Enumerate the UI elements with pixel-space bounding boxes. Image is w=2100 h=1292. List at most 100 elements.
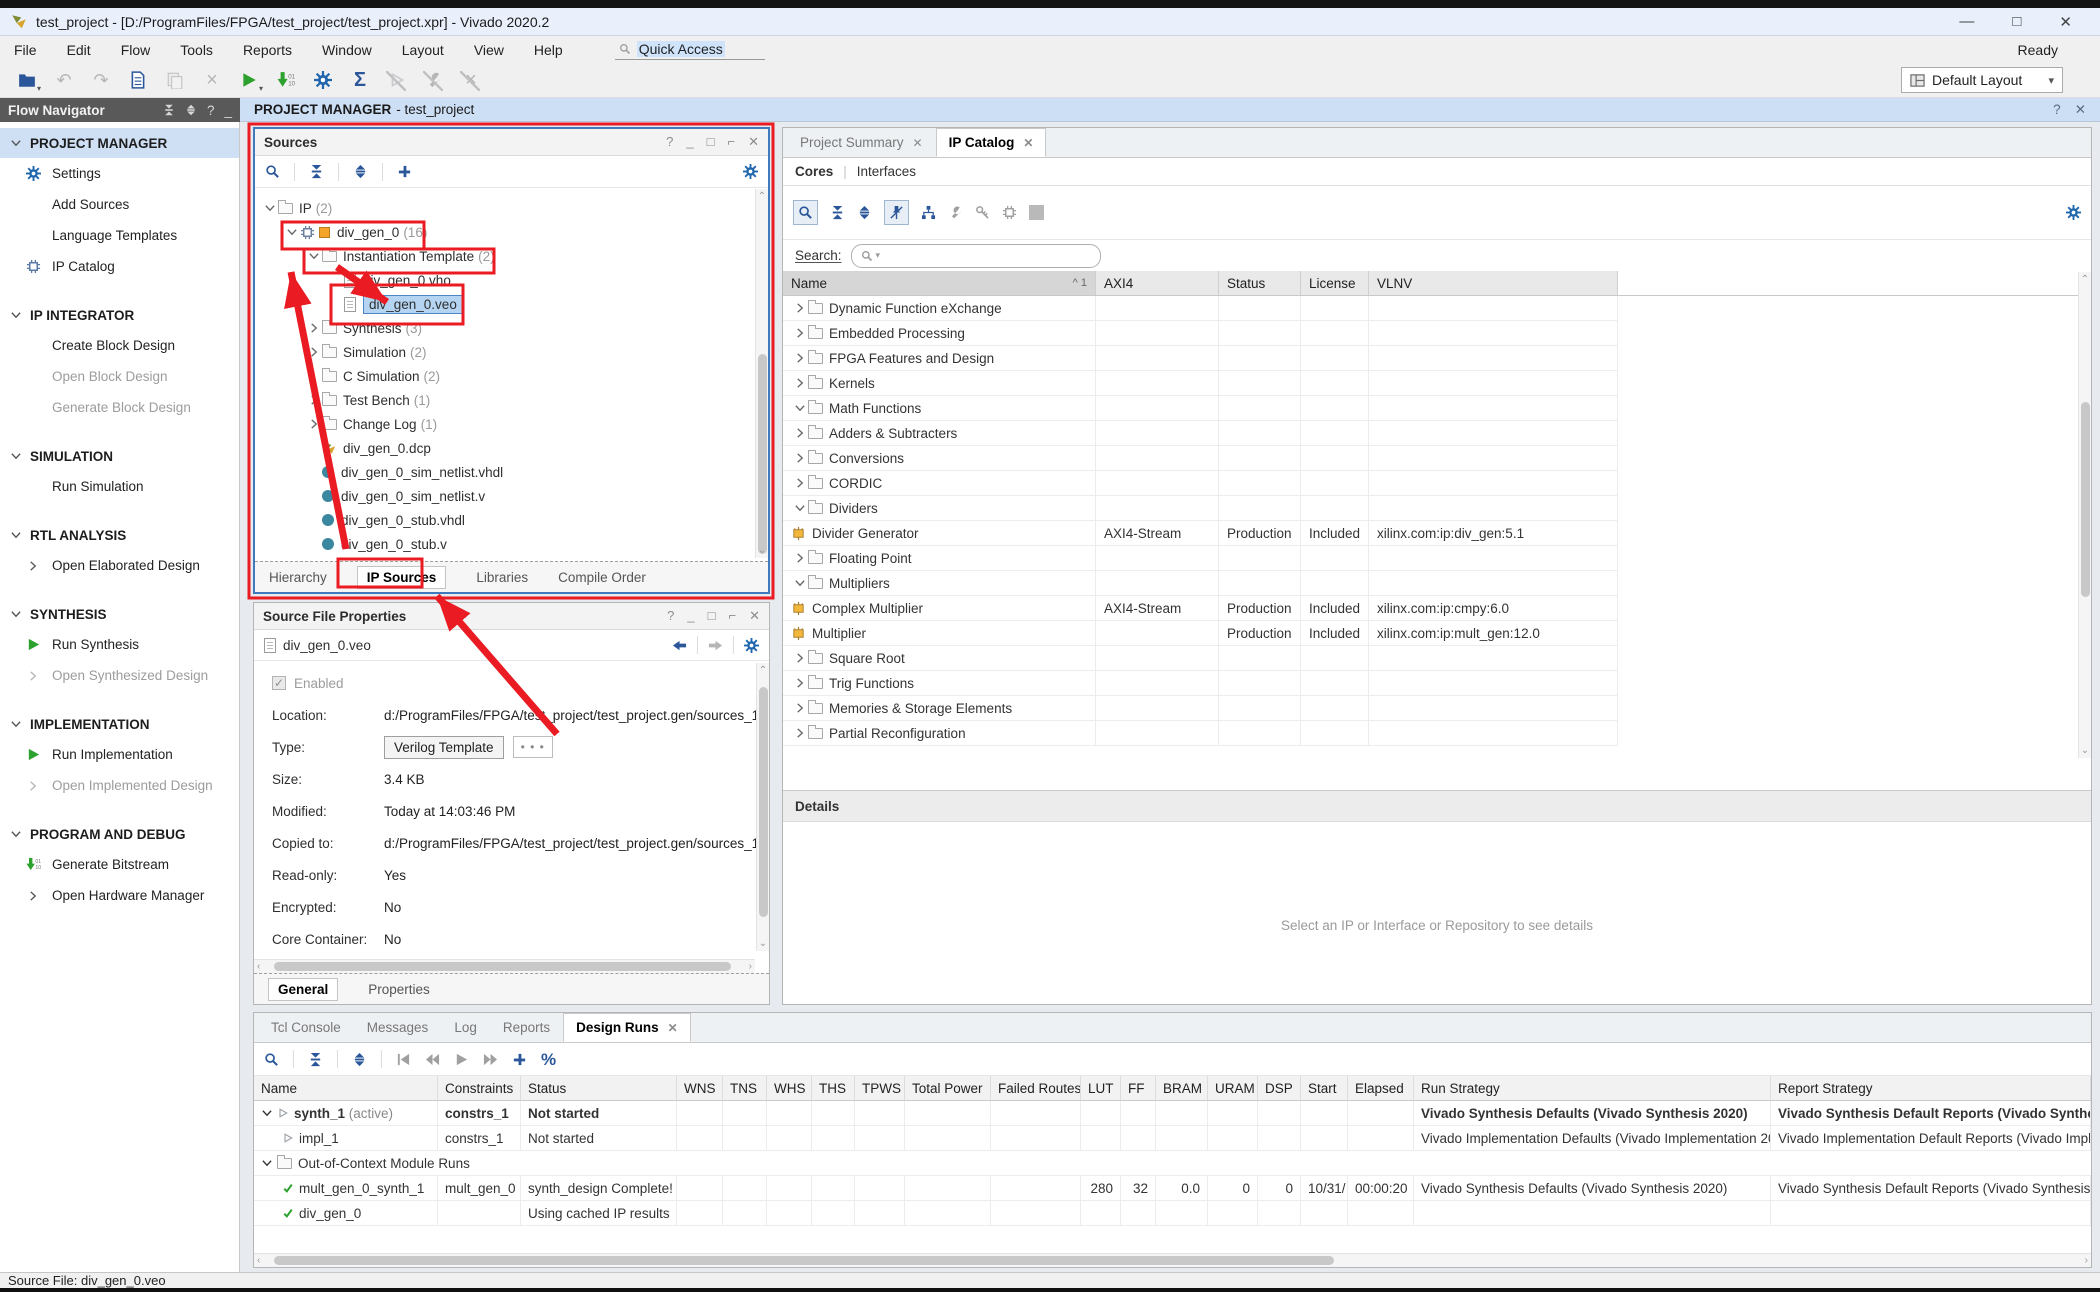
chevron-right-icon[interactable] xyxy=(308,394,320,406)
column-elapsed[interactable]: Elapsed xyxy=(1348,1076,1414,1101)
details-header[interactable]: Details xyxy=(783,790,2091,822)
menu-flow[interactable]: Flow xyxy=(121,42,151,58)
fn-section-project-manager[interactable]: PROJECT MANAGER xyxy=(0,128,239,158)
chevron-down-icon[interactable] xyxy=(286,226,298,238)
chevron-right-icon[interactable] xyxy=(308,418,320,430)
fn-section-synthesis[interactable]: SYNTHESIS xyxy=(0,599,239,629)
chevron-down-icon[interactable] xyxy=(261,1157,273,1169)
tree-item-div-gen-0-veo[interactable]: div_gen_0.veo xyxy=(261,292,768,316)
tree-item-sim-netlist-vhdl[interactable]: div_gen_0_sim_netlist.vhdl xyxy=(261,460,768,484)
minimize-panel-icon[interactable]: _ xyxy=(686,134,693,150)
chevron-right-icon[interactable] xyxy=(794,377,806,389)
fn-item-generate-bitstream[interactable]: Generate Bitstream xyxy=(0,849,239,880)
tree-item-synthesis[interactable]: Synthesis(3) xyxy=(261,316,768,340)
catalog-row-adders[interactable]: Adders & Subtracters xyxy=(783,421,2091,446)
catalog-row-cordic[interactable]: CORDIC xyxy=(783,471,2091,496)
catalog-row-embedded[interactable]: Embedded Processing xyxy=(783,321,2091,346)
close-panel-icon[interactable]: ✕ xyxy=(748,134,759,150)
catalog-row-memories[interactable]: Memories & Storage Elements xyxy=(783,696,2091,721)
tab-reports[interactable]: Reports xyxy=(490,1013,563,1042)
menu-reports[interactable]: Reports xyxy=(243,42,292,58)
tab-ip-catalog[interactable]: IP Catalog✕ xyxy=(936,128,1047,157)
tree-item-ip[interactable]: IP(2) xyxy=(261,196,768,220)
chevron-down-icon[interactable] xyxy=(308,250,320,262)
column-whs[interactable]: WHS xyxy=(767,1076,812,1101)
chevron-right-icon[interactable] xyxy=(794,677,806,689)
column-ths[interactable]: THS xyxy=(812,1076,855,1101)
catalog-row-conversions[interactable]: Conversions xyxy=(783,446,2091,471)
column-constraints[interactable]: Constraints xyxy=(438,1076,521,1101)
column-uram[interactable]: URAM xyxy=(1208,1076,1258,1101)
cancel-disabled-button[interactable]: × xyxy=(456,67,486,93)
menu-help[interactable]: Help xyxy=(534,42,563,58)
tab-compile-order[interactable]: Compile Order xyxy=(558,570,646,585)
minimize-panel-icon[interactable]: _ xyxy=(224,103,232,118)
help-icon[interactable]: ? xyxy=(666,134,673,150)
gear-icon[interactable] xyxy=(744,638,759,653)
design-runs-horizontal-scrollbar[interactable]: ‹› xyxy=(254,1253,2091,1267)
fn-section-rtl-analysis[interactable]: RTL ANALYSIS xyxy=(0,520,239,550)
edit-disabled-button[interactable] xyxy=(419,67,449,93)
run-icon[interactable] xyxy=(454,1052,469,1067)
undo-button[interactable]: ↶ xyxy=(49,67,79,93)
catalog-row-floating-point[interactable]: Floating Point xyxy=(783,546,2091,571)
chevron-down-icon[interactable] xyxy=(794,402,806,414)
tab-properties[interactable]: Properties xyxy=(368,982,430,997)
column-ff[interactable]: FF xyxy=(1121,1076,1156,1101)
search-toggle-button[interactable] xyxy=(793,200,818,225)
gear-icon[interactable] xyxy=(2066,205,2081,220)
delete-button[interactable]: × xyxy=(197,67,227,93)
fn-item-settings[interactable]: Settings xyxy=(0,158,239,189)
forward-arrow-icon[interactable] xyxy=(708,638,723,653)
catalog-vertical-scrollbar[interactable]: ⌃⌄ xyxy=(2078,272,2091,758)
skip-to-start-icon[interactable] xyxy=(396,1052,411,1067)
tab-messages[interactable]: Messages xyxy=(354,1013,442,1042)
tab-project-summary[interactable]: Project Summary✕ xyxy=(787,128,936,157)
chevron-right-icon[interactable] xyxy=(794,352,806,364)
close-panel-icon[interactable]: ✕ xyxy=(749,608,760,624)
fn-item-run-simulation[interactable]: Run Simulation xyxy=(0,471,239,502)
catalog-row-dfx[interactable]: Dynamic Function eXchange xyxy=(783,296,2091,321)
maximize-panel-icon[interactable]: □ xyxy=(707,134,715,150)
catalog-row-fpga-features[interactable]: FPGA Features and Design xyxy=(783,346,2091,371)
expand-all-icon[interactable] xyxy=(352,1052,367,1067)
column-wns[interactable]: WNS xyxy=(677,1076,723,1101)
menu-window[interactable]: Window xyxy=(322,42,372,58)
chevron-down-icon[interactable] xyxy=(264,202,276,214)
close-button[interactable]: ✕ xyxy=(2059,13,2072,31)
wrench-icon[interactable] xyxy=(948,205,963,220)
catalog-row-trig-functions[interactable]: Trig Functions xyxy=(783,671,2091,696)
column-failed-routes[interactable]: Failed Routes xyxy=(991,1076,1081,1101)
column-start[interactable]: Start xyxy=(1301,1076,1348,1101)
chevron-right-icon[interactable] xyxy=(794,427,806,439)
run-button[interactable]: ▾ xyxy=(234,67,264,93)
chevron-right-icon[interactable] xyxy=(794,727,806,739)
fn-section-ip-integrator[interactable]: IP INTEGRATOR xyxy=(0,300,239,330)
column-license[interactable]: License xyxy=(1301,271,1369,295)
maximize-panel-icon[interactable]: □ xyxy=(708,608,716,624)
catalog-search-input[interactable]: ▾ xyxy=(851,244,1101,268)
open-project-button[interactable]: ▾ xyxy=(12,67,42,93)
create-runs-icon[interactable] xyxy=(512,1052,527,1067)
tree-item-c-simulation[interactable]: C Simulation(2) xyxy=(261,364,768,388)
properties-panel-header[interactable]: Source File Properties ? _ □ ⌐ ✕ xyxy=(254,603,769,630)
menu-view[interactable]: View xyxy=(474,42,504,58)
fn-item-run-implementation[interactable]: Run Implementation xyxy=(0,739,239,770)
tree-item-instantiation-template[interactable]: Instantiation Template(2) xyxy=(261,244,768,268)
chevron-right-icon[interactable] xyxy=(794,302,806,314)
expand-all-icon[interactable] xyxy=(353,164,368,179)
run-group-out-of-context[interactable]: Out-of-Context Module Runs xyxy=(254,1151,2091,1176)
back-arrow-icon[interactable] xyxy=(672,638,687,653)
menu-edit[interactable]: Edit xyxy=(67,42,91,58)
help-icon[interactable]: ? xyxy=(2053,102,2061,118)
stop-run-button[interactable] xyxy=(382,67,412,93)
column-name[interactable]: Name xyxy=(254,1076,438,1101)
chevron-right-icon[interactable] xyxy=(794,452,806,464)
tree-item-div-gen-0-dcp[interactable]: div_gen_0.dcp xyxy=(261,436,768,460)
properties-vertical-scrollbar[interactable]: ⌃⌄ xyxy=(756,663,769,951)
float-panel-icon[interactable]: ⌐ xyxy=(728,134,736,150)
tree-item-change-log[interactable]: Change Log(1) xyxy=(261,412,768,436)
layout-selector[interactable]: Default Layout ▾ xyxy=(1901,67,2063,93)
chevron-down-icon[interactable] xyxy=(794,502,806,514)
column-run-strategy[interactable]: Run Strategy xyxy=(1414,1076,1771,1101)
